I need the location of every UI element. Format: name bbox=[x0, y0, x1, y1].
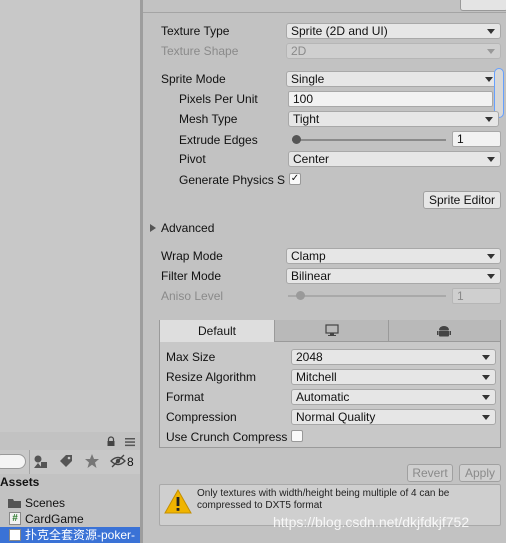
mesh-type-label: Mesh Type bbox=[179, 112, 238, 126]
chevron-down-icon bbox=[485, 117, 493, 122]
compression-dropdown[interactable]: Normal Quality bbox=[291, 409, 496, 425]
pivot-dropdown[interactable]: Center bbox=[288, 151, 501, 167]
texture-type-label: Texture Type bbox=[161, 24, 230, 38]
chevron-down-icon bbox=[485, 77, 493, 82]
texture-icon bbox=[9, 529, 21, 541]
pivot-label: Pivot bbox=[179, 152, 206, 166]
chevron-down-icon bbox=[482, 355, 490, 360]
chevron-down-icon bbox=[487, 274, 495, 279]
aniso-level-input: 1 bbox=[452, 288, 501, 304]
tab-default[interactable]: Default bbox=[160, 320, 275, 342]
wrap-mode-label: Wrap Mode bbox=[161, 249, 223, 263]
resize-algorithm-dropdown[interactable]: Mitchell bbox=[291, 369, 496, 385]
tab-android[interactable] bbox=[389, 320, 500, 342]
list-item[interactable]: Scenes bbox=[0, 495, 140, 511]
sprite-mode-label: Sprite Mode bbox=[161, 72, 226, 86]
filter-by-label-icon[interactable] bbox=[58, 454, 74, 469]
tab-standalone[interactable] bbox=[275, 320, 389, 342]
format-label: Format bbox=[166, 390, 205, 404]
format-dropdown[interactable]: Automatic bbox=[291, 389, 496, 405]
wrap-mode-dropdown[interactable]: Clamp bbox=[286, 248, 501, 264]
filter-mode-dropdown[interactable]: Bilinear bbox=[286, 268, 501, 284]
left-panel bbox=[0, 0, 141, 432]
aniso-level-slider-handle bbox=[296, 291, 305, 300]
checkmark-icon: ✓ bbox=[290, 173, 300, 184]
chevron-down-icon bbox=[482, 415, 490, 420]
extrude-edges-input[interactable]: 1 bbox=[452, 131, 501, 147]
sprite-mode-dropdown[interactable]: Single bbox=[286, 71, 499, 87]
resize-algorithm-label: Resize Algorithm bbox=[166, 370, 257, 384]
use-crunch-checkbox[interactable] bbox=[291, 430, 303, 442]
hidden-packages-eye-icon[interactable] bbox=[110, 454, 126, 468]
lock-icon[interactable] bbox=[106, 436, 116, 447]
generate-physics-shape-checkbox[interactable]: ✓ bbox=[289, 173, 301, 185]
pixels-per-unit-input[interactable]: 100 bbox=[288, 91, 493, 107]
advanced-foldout[interactable]: Advanced bbox=[161, 221, 214, 235]
extrude-edges-slider-handle[interactable] bbox=[292, 135, 301, 144]
toolbar-separator bbox=[29, 450, 30, 474]
list-item[interactable]: # CardGame bbox=[0, 511, 140, 527]
texture-shape-label: Texture Shape bbox=[161, 44, 239, 58]
use-crunch-label: Use Crunch Compress bbox=[166, 430, 288, 444]
project-header bbox=[0, 432, 140, 451]
search-input[interactable] bbox=[0, 454, 26, 469]
foldout-arrow-icon[interactable] bbox=[150, 224, 156, 232]
folder-icon bbox=[8, 499, 21, 508]
inspector-top-button[interactable] bbox=[460, 0, 506, 11]
favorites-star-icon[interactable] bbox=[84, 453, 100, 469]
apply-button[interactable]: Apply bbox=[459, 464, 501, 482]
panel-menu-icon[interactable] bbox=[124, 437, 136, 447]
filter-by-type-icon[interactable] bbox=[33, 454, 49, 469]
hidden-packages-count: 8 bbox=[127, 455, 134, 469]
aniso-level-label: Aniso Level bbox=[161, 289, 224, 303]
list-item-selected[interactable]: 扑克全套资源-poker- bbox=[0, 527, 140, 543]
max-size-dropdown[interactable]: 2048 bbox=[291, 349, 496, 365]
warning-icon bbox=[164, 489, 192, 514]
list-item-label: CardGame bbox=[25, 512, 84, 526]
filter-mode-label: Filter Mode bbox=[161, 269, 222, 283]
chevron-down-icon bbox=[487, 29, 495, 34]
sprite-editor-button[interactable]: Sprite Editor bbox=[423, 191, 501, 209]
chevron-down-icon bbox=[487, 49, 495, 54]
assets-breadcrumb[interactable]: Assets bbox=[0, 475, 39, 489]
inspector-topbar bbox=[143, 0, 506, 13]
generate-physics-shape-label: Generate Physics S bbox=[179, 173, 286, 187]
mesh-type-dropdown[interactable]: Tight bbox=[288, 111, 499, 127]
extrude-edges-label: Extrude Edges bbox=[179, 133, 258, 147]
chevron-down-icon bbox=[487, 254, 495, 259]
chevron-down-icon bbox=[487, 157, 495, 162]
texture-type-dropdown[interactable]: Sprite (2D and UI) bbox=[286, 23, 501, 39]
android-icon bbox=[437, 326, 451, 337]
list-item-label: Scenes bbox=[25, 496, 66, 510]
aniso-level-slider-track bbox=[288, 295, 446, 297]
max-size-label: Max Size bbox=[166, 350, 216, 364]
warning-text: Only textures with width/height being mu… bbox=[197, 488, 450, 511]
script-icon: # bbox=[9, 512, 21, 525]
monitor-icon bbox=[325, 324, 339, 336]
compression-label: Compression bbox=[166, 410, 237, 424]
chevron-down-icon bbox=[482, 375, 490, 380]
revert-button[interactable]: Revert bbox=[407, 464, 453, 482]
pixels-per-unit-label: Pixels Per Unit bbox=[179, 92, 258, 106]
watermark: https://blog.csdn.net/dkjfdkjf752 bbox=[273, 514, 470, 530]
extrude-edges-slider-track[interactable] bbox=[292, 139, 446, 141]
texture-shape-dropdown: 2D bbox=[286, 43, 501, 59]
chevron-down-icon bbox=[482, 395, 490, 400]
list-item-label: 扑克全套资源-poker- bbox=[25, 528, 136, 542]
